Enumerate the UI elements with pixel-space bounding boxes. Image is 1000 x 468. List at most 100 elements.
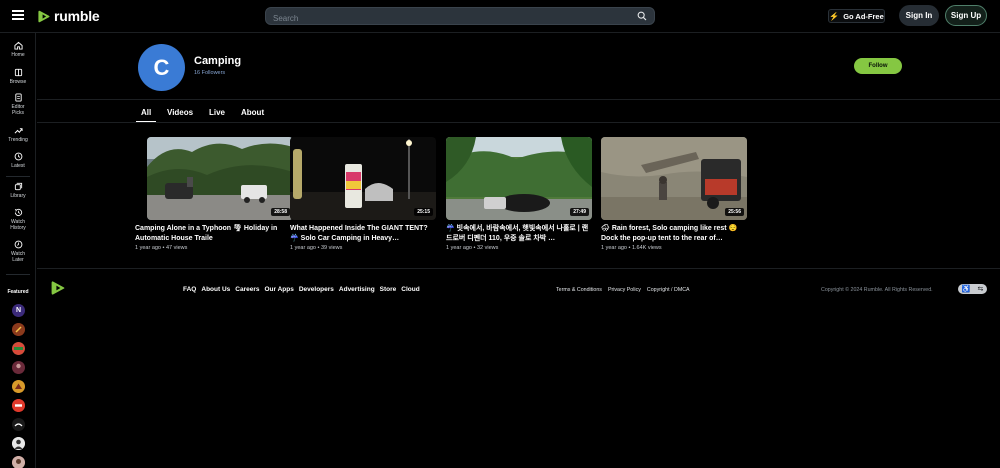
video-card[interactable]: 28:58 Camping Alone in a Typhoon 🌪 Holid… xyxy=(135,137,293,251)
search-bar xyxy=(265,7,655,27)
top-bar: rumble ⚡ Go Ad-Free Sign In Sign Up xyxy=(0,0,1000,33)
video-card[interactable]: 25:56 🌧 Rain forest, Solo camping like r… xyxy=(601,137,747,251)
clock-icon xyxy=(14,152,22,161)
home-icon xyxy=(13,41,23,50)
sidebar-item-latest[interactable]: Latest xyxy=(0,152,36,169)
footer-links: FAQ About Us Careers Our Apps Developers… xyxy=(183,286,420,293)
footer-legal-links: Terms & Conditions Privacy Policy Copyri… xyxy=(556,287,690,293)
sidebar-item-trending[interactable]: Trending xyxy=(0,126,36,143)
sidebar-item-home[interactable]: Home xyxy=(0,41,36,58)
accessibility-button[interactable]: ♿ ⇆ xyxy=(958,284,987,294)
search-input[interactable] xyxy=(266,10,626,27)
channel-logo-icon xyxy=(12,380,25,393)
sidebar-item-label: Home xyxy=(11,52,25,58)
video-thumbnail[interactable]: 28:58 xyxy=(147,137,293,220)
video-thumbnail[interactable]: 27:49 xyxy=(446,137,592,220)
tab-all[interactable]: All xyxy=(141,108,151,117)
footer-link-privacy[interactable]: Privacy Policy xyxy=(608,287,641,293)
footer-link-store[interactable]: Store xyxy=(380,286,397,293)
video-card[interactable]: 25:15 What Happened Inside The GIANT TEN… xyxy=(290,137,436,251)
video-title[interactable]: Camping Alone in a Typhoon 🌪 Holiday in … xyxy=(135,224,283,243)
channel-logo-icon xyxy=(12,418,25,431)
video-card[interactable]: 27:49 ☔ 빗속에서, 바람속에서, 햇빛속에서 나홀로 | 랜드로버 디펜… xyxy=(446,137,592,251)
footer-link-terms[interactable]: Terms & Conditions xyxy=(556,287,602,293)
history-icon xyxy=(14,208,22,216)
sidebar-item-watch-later[interactable]: Watch Later xyxy=(0,240,36,263)
sidebar-item-watch-history[interactable]: Watch History xyxy=(0,208,36,231)
featured-channel-avatar[interactable] xyxy=(12,323,25,336)
featured-channel-avatar[interactable] xyxy=(12,418,25,431)
video-duration: 28:58 xyxy=(271,208,290,216)
sidebar-item-label: Library xyxy=(10,193,26,199)
sidebar: Home Browse Editor Picks Trending Latest… xyxy=(0,33,36,468)
sign-up-button[interactable]: Sign Up xyxy=(945,5,987,26)
video-duration: 25:56 xyxy=(725,208,744,216)
search-icon[interactable] xyxy=(637,11,647,21)
sidebar-item-library[interactable]: Library xyxy=(0,182,36,199)
video-title[interactable]: 🌧 Rain forest, Solo camping like rest 😌 … xyxy=(601,224,747,243)
footer-link-copyright-dmca[interactable]: Copyright / DMCA xyxy=(647,287,690,293)
tab-about[interactable]: About xyxy=(241,108,264,117)
footer-divider xyxy=(37,268,1000,269)
wheelchair-icon: ♿ xyxy=(961,286,971,293)
featured-label: Featured xyxy=(7,289,29,295)
sidebar-item-label: Watch Later xyxy=(11,251,25,263)
tab-videos[interactable]: Videos xyxy=(167,108,193,117)
featured-channel-avatar[interactable] xyxy=(12,361,25,374)
logo-text: rumble xyxy=(54,8,100,24)
watch-later-icon xyxy=(14,240,22,249)
sidebar-divider xyxy=(6,176,30,177)
footer-link-faq[interactable]: FAQ xyxy=(183,286,196,293)
video-meta: 1 year ago • 39 views xyxy=(290,245,343,251)
video-duration: 27:49 xyxy=(570,208,589,216)
footer-link-careers[interactable]: Careers xyxy=(235,286,259,293)
sidebar-item-label: Watch History xyxy=(10,219,26,231)
featured-channel-avatar[interactable] xyxy=(12,456,25,468)
video-meta: 1 year ago • 47 views xyxy=(135,245,188,251)
channel-logo-icon xyxy=(12,437,25,450)
sidebar-divider xyxy=(6,274,30,275)
tab-live[interactable]: Live xyxy=(209,108,225,117)
rumble-logo-icon[interactable] xyxy=(50,280,66,296)
featured-channel-avatar[interactable] xyxy=(12,399,25,412)
channel-logo-icon xyxy=(12,361,25,374)
hamburger-menu-icon[interactable] xyxy=(12,10,24,20)
tabs-divider xyxy=(37,122,1000,123)
channel-logo-icon xyxy=(12,342,25,355)
editor-picks-icon xyxy=(14,93,22,102)
follow-button[interactable]: Follow xyxy=(854,58,902,74)
channel-logo-icon xyxy=(12,323,25,336)
footer-link-developers[interactable]: Developers xyxy=(299,286,334,293)
featured-channel-avatar[interactable]: N xyxy=(12,304,25,317)
channel-avatar: C xyxy=(138,44,185,91)
sidebar-item-label: Browse xyxy=(9,79,27,85)
video-thumbnail[interactable]: 25:56 xyxy=(601,137,747,220)
video-title[interactable]: ☔ 빗속에서, 바람속에서, 햇빛속에서 나홀로 | 랜드로버 디펜더 110,… xyxy=(446,224,592,243)
go-ad-free-button[interactable]: ⚡ Go Ad-Free xyxy=(828,9,885,23)
accessibility-toggle-icon: ⇆ xyxy=(977,286,984,293)
footer-link-our-apps[interactable]: Our Apps xyxy=(264,286,293,293)
video-meta: 1 year ago • 1.64K views xyxy=(601,245,662,251)
video-duration: 25:15 xyxy=(414,208,433,216)
channel-logo-icon xyxy=(12,399,25,412)
channel-logo-icon xyxy=(12,456,25,468)
featured-channel-avatar[interactable] xyxy=(12,342,25,355)
sidebar-item-browse[interactable]: Browse xyxy=(0,68,36,85)
featured-channel-avatar[interactable] xyxy=(12,380,25,393)
footer-link-cloud[interactable]: Cloud xyxy=(401,286,419,293)
sidebar-item-editor-picks[interactable]: Editor Picks xyxy=(0,93,36,116)
featured-channel-avatar[interactable] xyxy=(12,437,25,450)
rumble-logo[interactable]: rumble xyxy=(37,8,100,24)
video-title[interactable]: What Happened Inside The GIANT TENT? ☔ S… xyxy=(290,224,436,243)
footer-link-about-us[interactable]: About Us xyxy=(201,286,230,293)
lightning-icon: ⚡ xyxy=(829,11,840,21)
copyright-text: Copyright © 2024 Rumble. All Rights Rese… xyxy=(821,287,933,293)
header-divider xyxy=(37,99,1000,100)
browse-icon xyxy=(14,68,22,77)
trending-icon xyxy=(14,128,23,134)
footer-link-advertising[interactable]: Advertising xyxy=(339,286,375,293)
video-thumbnail[interactable]: 25:15 xyxy=(290,137,436,220)
sidebar-item-label: Latest xyxy=(11,163,25,169)
go-ad-free-label: Go Ad-Free xyxy=(843,11,884,21)
sign-in-button[interactable]: Sign In xyxy=(899,5,939,26)
